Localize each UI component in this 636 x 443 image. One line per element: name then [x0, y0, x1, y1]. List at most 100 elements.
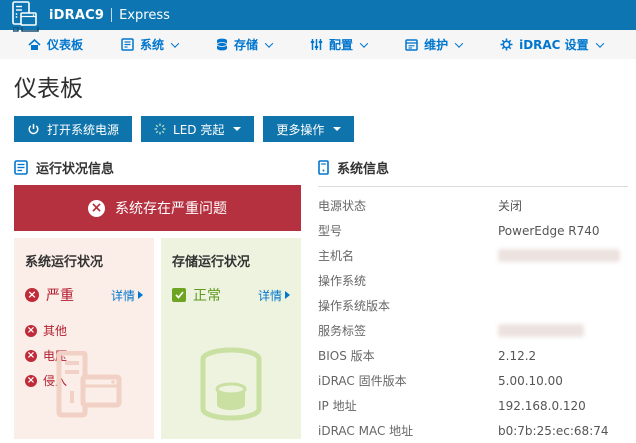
storage-health-status: 正常 [193, 288, 221, 304]
row-value: b0:7b:25:ec:68:74 [498, 423, 609, 438]
alert-text: 系统存在严重问题 [115, 201, 227, 217]
main-nav: 仪表板 系统 存储 配置 维护 iDRAC 设置 [0, 30, 636, 59]
row-label: IP 地址 [318, 399, 357, 413]
info-row-mac-address: iDRAC MAC 地址 b0:7b:25:ec:68:74 [318, 418, 628, 443]
row-label: 电源状态 [318, 199, 367, 213]
nav-item-idrac-settings[interactable]: iDRAC 设置 [500, 36, 604, 53]
brand-name: iDRAC9 [49, 7, 105, 23]
details-label: 详情 [257, 288, 282, 303]
nav-item-dashboard[interactable]: 仪表板 [28, 36, 83, 53]
system-info-section: 系统信息 电源状态 关闭 型号 PowerEdge R740 主机名 操作系统 … [318, 157, 628, 443]
row-value: 2.12.2 [498, 348, 537, 363]
health-section-title: 运行状况信息 [36, 161, 115, 177]
issue-label: 其他 [43, 324, 68, 338]
info-row-hostname: 主机名 [318, 243, 628, 268]
row-label: 型号 [318, 224, 343, 238]
server-tower-icon [318, 159, 329, 175]
system-health-details-link[interactable]: 详情 [111, 287, 143, 304]
health-section-header: 运行状况信息 [14, 157, 301, 177]
more-actions-button[interactable]: 更多操作 [263, 116, 355, 142]
info-row-os: 操作系统 [318, 268, 628, 293]
health-list-icon [14, 159, 28, 175]
nav-label: 维护 [424, 38, 449, 52]
system-health-panel: 系统运行状况 严重 详情 其他 [14, 238, 154, 439]
maintenance-icon [405, 38, 418, 51]
row-label: BIOS 版本 [318, 349, 375, 363]
caret-down-icon [333, 127, 342, 131]
info-row-os-version: 操作系统版本 [318, 293, 628, 318]
hostname-redacted-value [498, 249, 620, 262]
check-square-icon [172, 288, 186, 302]
info-row-service-tag: 服务标签 [318, 318, 628, 343]
chevron-down-icon [264, 38, 274, 48]
home-icon [28, 38, 41, 50]
row-label: 操作系统 [318, 274, 367, 288]
page-title: 仪表板 [14, 76, 83, 102]
info-row-idrac-firmware: iDRAC 固件版本 5.00.10.00 [318, 368, 628, 393]
nav-item-configuration[interactable]: 配置 [310, 36, 369, 53]
info-row-power-state: 电源状态 关闭 [318, 193, 628, 218]
circle-x-icon [88, 199, 105, 217]
button-label: LED 亮起 [173, 122, 225, 137]
system-info-header: 系统信息 [318, 157, 628, 177]
nav-label: iDRAC 设置 [519, 38, 589, 52]
row-label: 操作系统版本 [318, 299, 391, 313]
system-health-title: 系统运行状况 [25, 255, 104, 270]
power-on-button[interactable]: 打开系统电源 [14, 116, 133, 142]
button-label: 打开系统电源 [47, 122, 120, 137]
chevron-down-icon [359, 38, 369, 48]
row-label: iDRAC 固件版本 [318, 374, 407, 388]
health-section: 运行状况信息 系统存在严重问题 系统运行状况 严重 详情 [14, 157, 301, 443]
brand-divider [111, 8, 113, 22]
storage-watermark-icon [200, 347, 262, 421]
info-row-ip-address: IP 地址 192.168.0.120 [318, 393, 628, 418]
details-label: 详情 [110, 288, 135, 303]
storage-icon [216, 38, 228, 51]
brand: iDRAC9 Express [49, 8, 170, 23]
info-row-model: 型号 PowerEdge R740 [318, 218, 628, 243]
arrow-right-icon [138, 291, 143, 299]
idrac-dashboard: iDRAC9 Express 仪表板 系统 存储 配置 维护 iDRAC 设置 … [0, 0, 636, 443]
power-icon [28, 123, 39, 134]
chevron-down-icon [595, 38, 604, 48]
row-label: 服务标签 [318, 324, 367, 338]
button-label: 更多操作 [276, 122, 325, 137]
issue-item: 其他 [25, 322, 143, 339]
storage-health-title: 存储运行状况 [172, 255, 251, 270]
nav-item-storage[interactable]: 存储 [216, 36, 274, 53]
nav-item-maintenance[interactable]: 维护 [405, 36, 464, 53]
row-value: 5.00.10.00 [498, 373, 563, 388]
storage-health-panel: 存储运行状况 正常 详情 [161, 238, 301, 439]
nav-item-system[interactable]: 系统 [121, 36, 180, 53]
system-info-title: 系统信息 [337, 161, 390, 177]
system-icon [121, 38, 134, 51]
service-tag-redacted-value [498, 324, 584, 337]
circle-x-icon [25, 349, 37, 362]
row-label: 主机名 [318, 249, 355, 263]
brand-edition: Express [119, 7, 170, 23]
circle-x-icon [25, 374, 37, 387]
row-value: PowerEdge R740 [498, 223, 600, 238]
nav-label: 仪表板 [47, 38, 84, 52]
system-info-table: 电源状态 关闭 型号 PowerEdge R740 主机名 操作系统 操作系统版… [318, 187, 628, 443]
led-icon [154, 123, 166, 135]
chevron-down-icon [170, 38, 180, 48]
storage-health-details-link[interactable]: 详情 [258, 287, 290, 304]
row-label: iDRAC MAC 地址 [318, 424, 414, 438]
toolbar: 打开系统电源 LED 亮起 更多操作 [14, 116, 628, 142]
gear-icon [500, 38, 513, 51]
system-health-status: 严重 [46, 288, 74, 304]
caret-down-icon [233, 127, 242, 131]
circle-x-icon [25, 324, 37, 337]
nav-label: 系统 [140, 38, 165, 52]
nav-label: 配置 [329, 38, 354, 52]
row-value: 192.168.0.120 [498, 398, 586, 413]
config-sliders-icon [310, 39, 323, 50]
critical-alert-banner[interactable]: 系统存在严重问题 [14, 185, 301, 231]
server-watermark-icon [56, 351, 122, 418]
circle-x-icon [25, 288, 39, 302]
led-blink-button[interactable]: LED 亮起 [141, 116, 255, 142]
chevron-down-icon [454, 38, 464, 48]
top-bar: iDRAC9 Express [0, 0, 636, 32]
idrac-logo-icon [7, 0, 41, 32]
